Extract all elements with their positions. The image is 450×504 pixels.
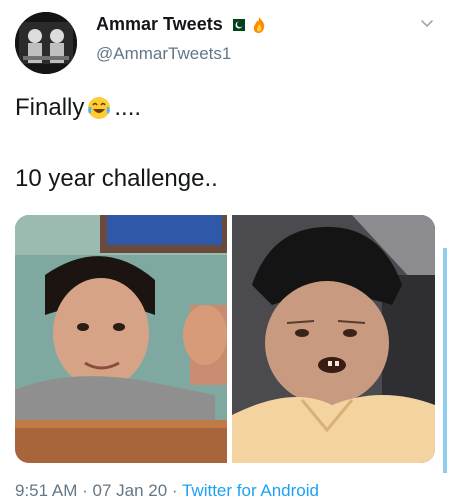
- name-row: Ammar Tweets: [96, 14, 267, 35]
- avatar-image: [15, 12, 77, 74]
- tweet-time[interactable]: 9:51 AM: [15, 481, 77, 500]
- chevron-down-icon[interactable]: [420, 16, 434, 30]
- old-man-photo[interactable]: [232, 215, 435, 463]
- display-name[interactable]: Ammar Tweets: [96, 14, 223, 35]
- tweet-text-ellipsis: ....: [114, 94, 142, 121]
- pakistan-flag-icon: [228, 18, 245, 31]
- meta-separator: ·: [77, 481, 93, 500]
- fire-icon: [253, 16, 264, 33]
- tweet-meta: 9:51 AM · 07 Jan 20 · Twitter for Androi…: [15, 481, 319, 501]
- media-grid[interactable]: [15, 215, 435, 463]
- scrollbar[interactable]: [443, 248, 447, 473]
- tweet-text-line2: 10 year challenge..: [15, 165, 218, 192]
- avatar[interactable]: [15, 12, 77, 74]
- tweet-text-finally: Finally: [15, 94, 85, 121]
- tweet-text-line1: Finally ....: [15, 94, 141, 122]
- boy-photo[interactable]: [15, 215, 227, 463]
- tweet-date[interactable]: 07 Jan 20: [92, 481, 167, 500]
- meta-separator: ·: [167, 481, 182, 500]
- face-with-tears-of-joy-icon: [88, 97, 111, 119]
- tweet-source-link[interactable]: Twitter for Android: [182, 481, 319, 500]
- user-handle[interactable]: @AmmarTweets1: [96, 44, 231, 64]
